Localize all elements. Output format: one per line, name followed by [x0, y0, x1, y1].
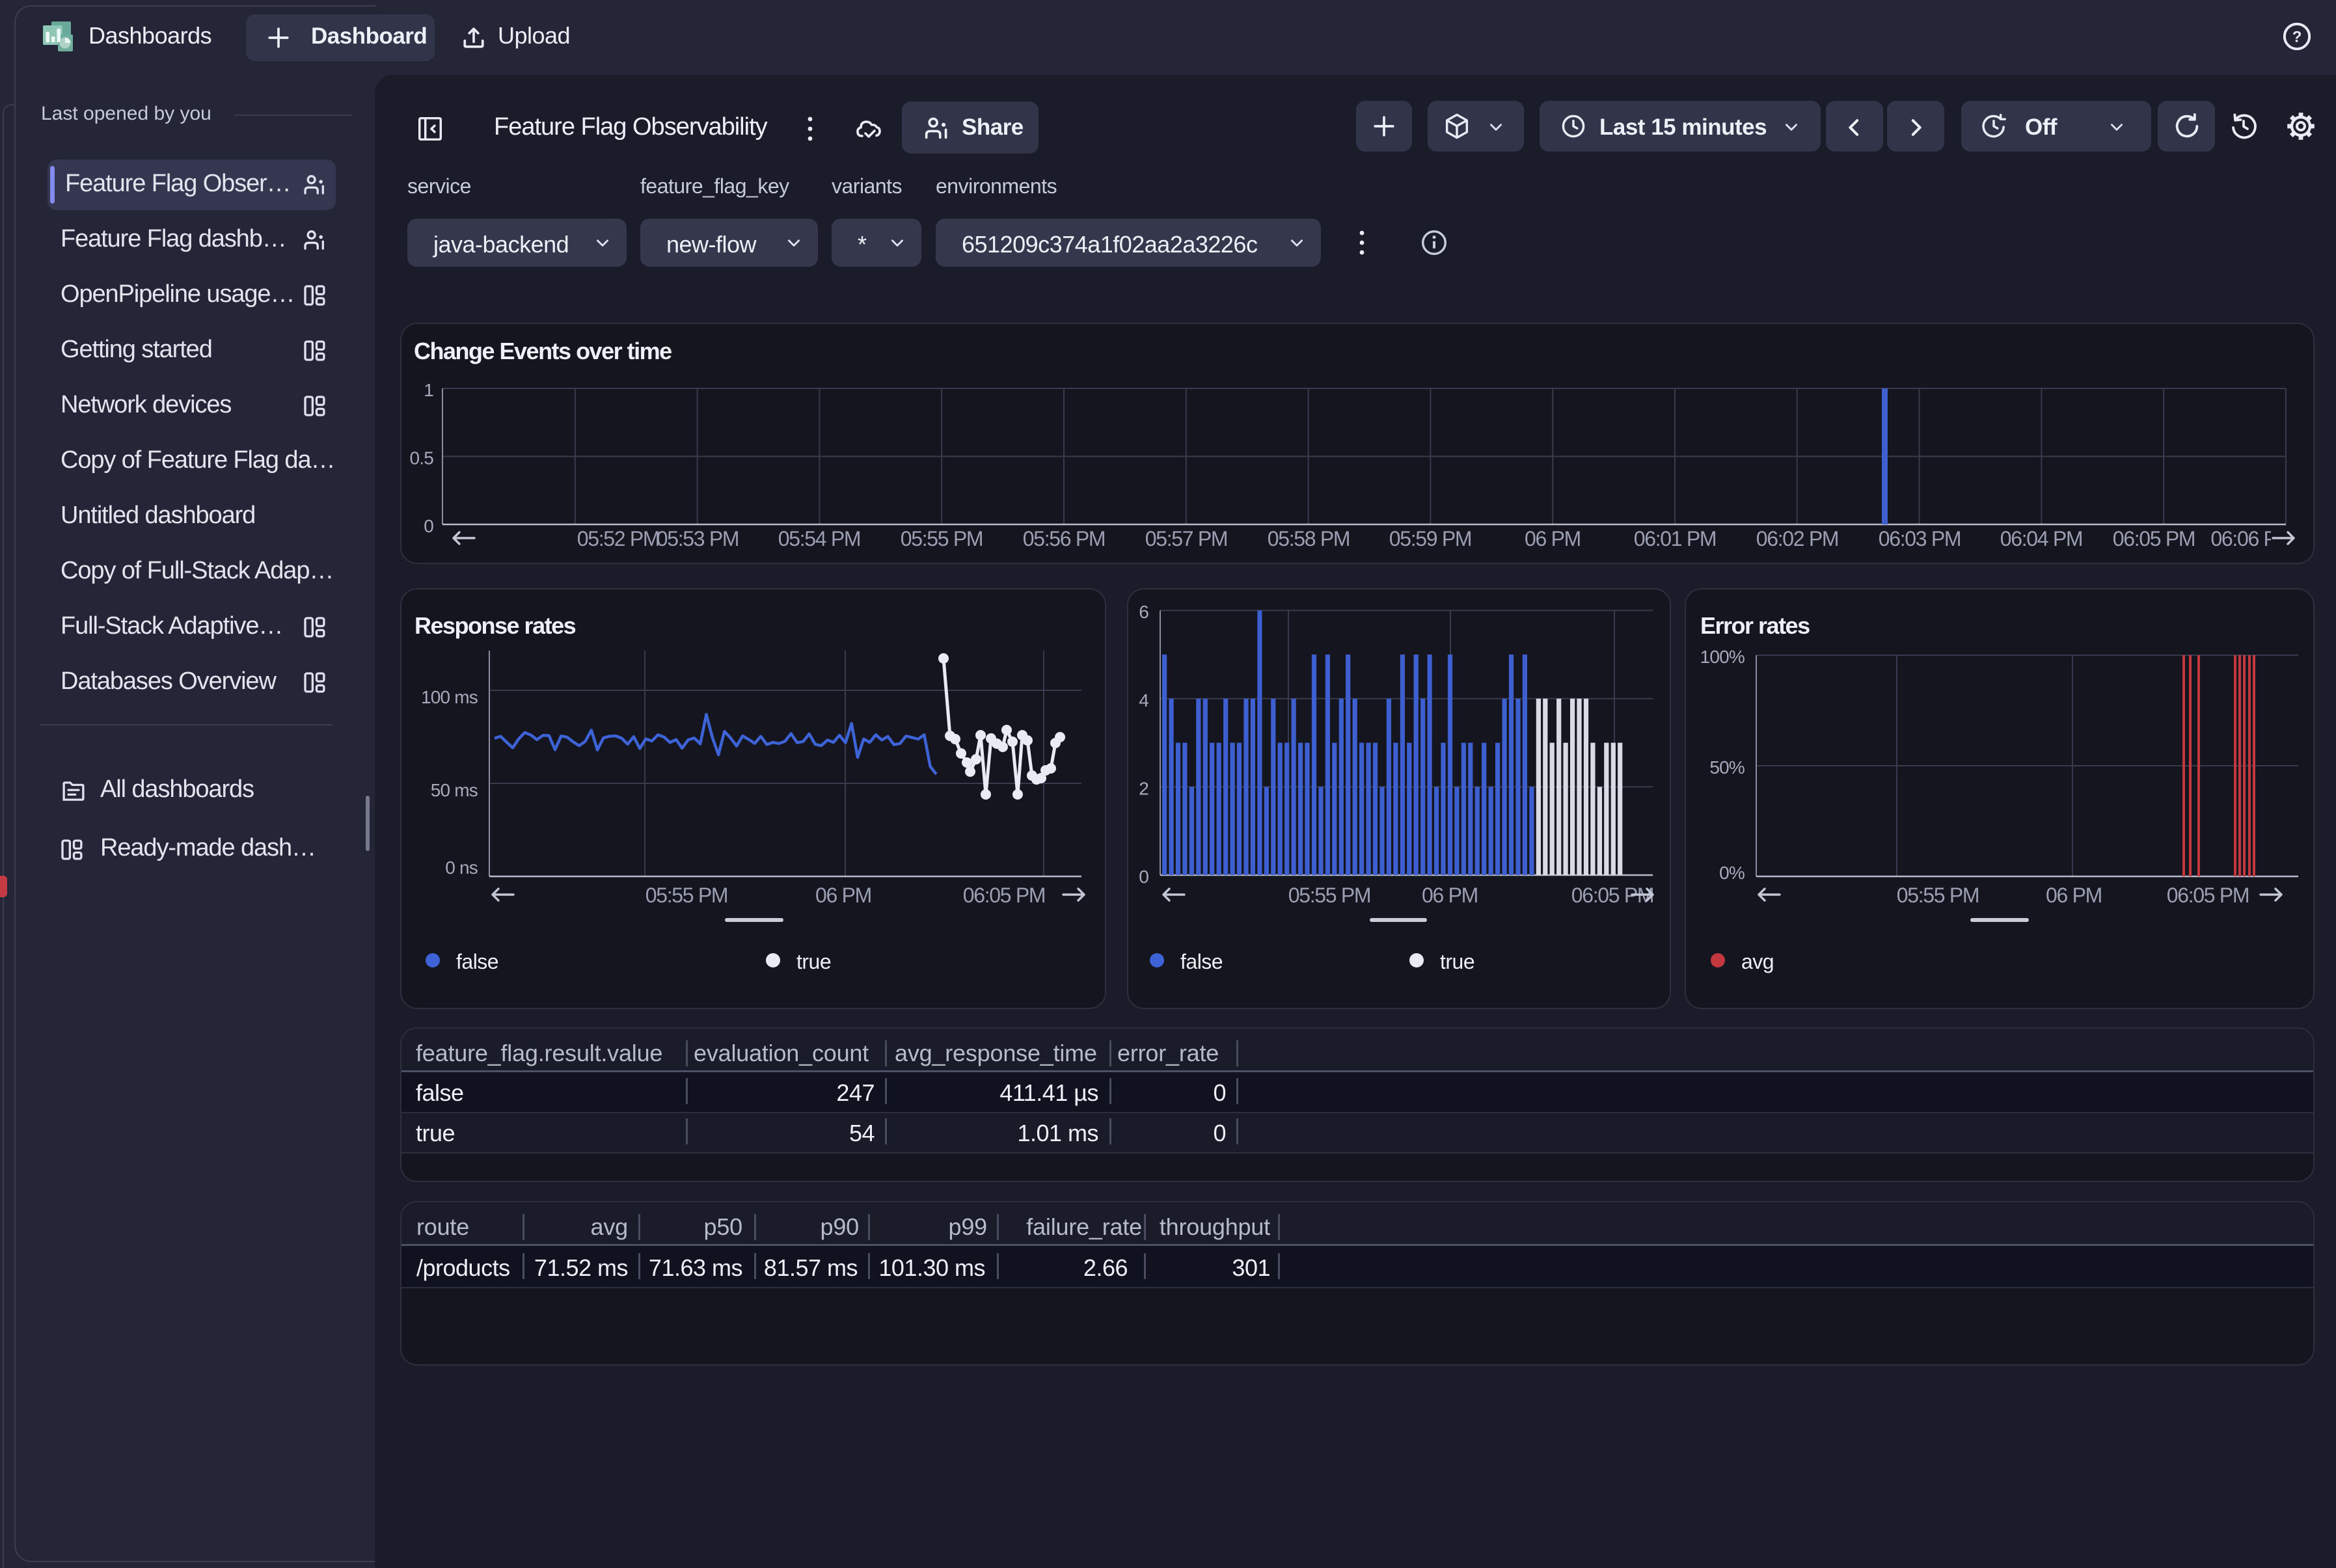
svg-text:06:06 P: 06:06 P [2210, 527, 2276, 550]
svg-text:false: false [456, 950, 498, 973]
svg-text:05:53 PM: 05:53 PM [657, 527, 739, 550]
svg-text:1: 1 [424, 380, 433, 400]
svg-text:6: 6 [1139, 602, 1148, 622]
svg-text:06 PM: 06 PM [1525, 527, 1581, 550]
svg-text:05:59 PM: 05:59 PM [1389, 527, 1472, 550]
svg-text:100 ms: 100 ms [421, 687, 478, 707]
svg-text:?: ? [2292, 29, 2302, 46]
svg-text:06 PM: 06 PM [815, 884, 871, 907]
svg-text:05:55 PM: 05:55 PM [1897, 884, 1979, 907]
svg-text:2: 2 [1139, 778, 1148, 798]
svg-text:Error rates: Error rates [1700, 612, 1810, 639]
svg-text:0 ns: 0 ns [445, 858, 478, 878]
svg-text:06:04 PM: 06:04 PM [2000, 527, 2083, 550]
svg-text:0%: 0% [1719, 863, 1745, 883]
svg-text:06:03 PM: 06:03 PM [1879, 527, 1961, 550]
svg-text:06 PM: 06 PM [2046, 884, 2102, 907]
svg-text:06:05 PM: 06:05 PM [963, 884, 1046, 907]
svg-text:true: true [796, 950, 831, 973]
svg-text:0.5: 0.5 [409, 448, 433, 468]
svg-text:05:55 PM: 05:55 PM [901, 527, 983, 550]
svg-text:Change Events over time: Change Events over time [414, 338, 672, 364]
svg-text:05:55 PM: 05:55 PM [1288, 884, 1371, 907]
svg-text:50%: 50% [1709, 757, 1745, 777]
svg-text:05:52 PM: 05:52 PM [577, 527, 660, 550]
svg-text:50 ms: 50 ms [431, 780, 478, 800]
svg-text:06:02 PM: 06:02 PM [1756, 527, 1839, 550]
svg-text:06 PM: 06 PM [1422, 884, 1478, 907]
svg-text:05:54 PM: 05:54 PM [778, 527, 861, 550]
svg-text:avg: avg [1741, 950, 1774, 973]
svg-text:Response rates: Response rates [414, 612, 576, 639]
svg-text:05:57 PM: 05:57 PM [1145, 527, 1228, 550]
svg-text:100%: 100% [1700, 647, 1745, 667]
svg-text:true: true [1440, 950, 1474, 973]
svg-text:0: 0 [424, 516, 433, 536]
svg-text:06:01 PM: 06:01 PM [1634, 527, 1717, 550]
svg-text:06:05 PM: 06:05 PM [2167, 884, 2249, 907]
svg-text:false: false [1180, 950, 1223, 973]
svg-text:06:05 PM: 06:05 PM [2113, 527, 2195, 550]
svg-text:0: 0 [1139, 867, 1148, 887]
svg-text:4: 4 [1139, 690, 1148, 710]
svg-text:05:58 PM: 05:58 PM [1268, 527, 1350, 550]
svg-text:05:56 PM: 05:56 PM [1023, 527, 1106, 550]
svg-text:05:55 PM: 05:55 PM [645, 884, 728, 907]
